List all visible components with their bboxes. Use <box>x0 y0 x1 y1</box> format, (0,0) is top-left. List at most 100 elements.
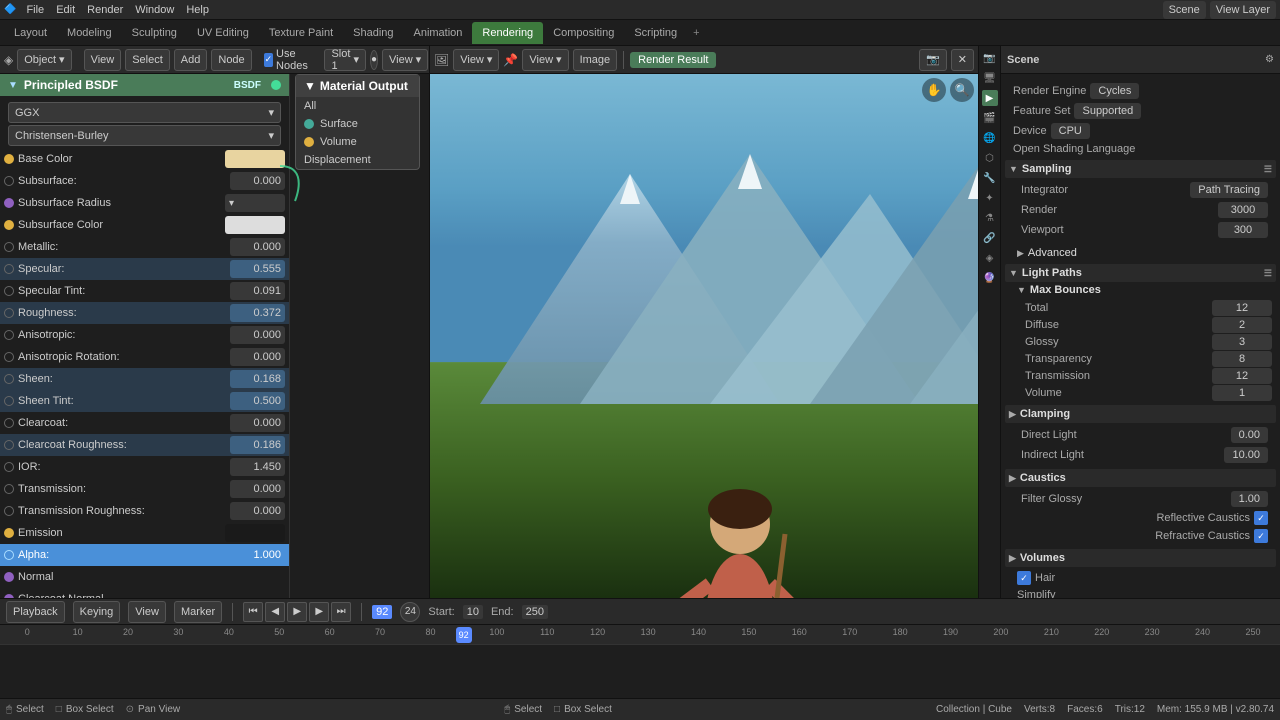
emission-socket[interactable] <box>4 528 14 538</box>
surface-input-socket[interactable] <box>304 119 314 129</box>
specular-tint-value[interactable] <box>230 282 285 300</box>
anisotropic-value[interactable] <box>230 326 285 344</box>
tab-compositing[interactable]: Compositing <box>543 22 624 44</box>
specular-socket[interactable] <box>4 264 14 274</box>
anisotropic-rot-socket[interactable] <box>4 352 14 362</box>
metallic-socket[interactable] <box>4 242 14 252</box>
menu-render[interactable]: Render <box>81 4 129 16</box>
tab-scripting[interactable]: Scripting <box>624 22 687 44</box>
select-menu[interactable]: Select <box>125 49 170 71</box>
specular-value[interactable] <box>230 260 285 278</box>
timeline-view-menu[interactable]: View <box>128 601 166 623</box>
subsurface-radius-socket[interactable] <box>4 198 14 208</box>
start-frame[interactable]: 10 <box>463 605 483 619</box>
tab-uv-editing[interactable]: UV Editing <box>187 22 259 44</box>
menu-help[interactable]: Help <box>180 4 215 16</box>
world-properties-icon[interactable]: 🌐 <box>982 130 998 146</box>
tab-shading[interactable]: Shading <box>343 22 403 44</box>
base-color-swatch[interactable] <box>225 150 285 168</box>
node-collapse-triangle[interactable]: ▼ <box>8 80 18 91</box>
close-render-btn[interactable]: ✕ <box>951 49 974 71</box>
object-properties-icon[interactable]: ⬡ <box>982 150 998 166</box>
output-properties-icon[interactable]: 🖥 <box>982 70 998 86</box>
fps-indicator[interactable]: 24 <box>400 602 420 622</box>
subsurface-radius-dropdown[interactable]: ▾ <box>225 194 285 212</box>
scene-selector[interactable]: Scene <box>1163 1 1206 19</box>
clamping-header[interactable]: ▶ Clamping <box>1005 405 1276 423</box>
transmission-socket[interactable] <box>4 484 14 494</box>
alpha-value[interactable] <box>230 546 285 564</box>
view-dropdown[interactable]: View ▾ <box>453 49 499 71</box>
add-menu[interactable]: Add <box>174 49 208 71</box>
view-nav-hand[interactable]: ✋ <box>922 78 946 102</box>
pin-icon[interactable]: 📌 <box>503 53 518 67</box>
render-result-tab[interactable]: Render Result <box>630 52 716 68</box>
trans-roughness-socket[interactable] <box>4 506 14 516</box>
sheen-value[interactable] <box>230 370 285 388</box>
reflective-caustics-checkbox[interactable]: ✓ <box>1254 511 1268 525</box>
light-paths-options[interactable]: ☰ <box>1264 268 1272 279</box>
anisotropic-rot-value[interactable] <box>230 348 285 366</box>
volumes-header[interactable]: ▶ Volumes <box>1005 549 1276 567</box>
menu-file[interactable]: File <box>20 4 50 16</box>
alpha-socket[interactable] <box>4 550 14 560</box>
trans-roughness-value[interactable] <box>230 502 285 520</box>
render-icon-btn[interactable]: 📷 <box>919 49 947 71</box>
image-menu[interactable]: Image <box>573 49 618 71</box>
roughness-value[interactable] <box>230 304 285 322</box>
node-menu[interactable]: Node <box>211 49 251 71</box>
particle-properties-icon[interactable]: ✦ <box>982 190 998 206</box>
subsurface-socket[interactable] <box>4 176 14 186</box>
tab-texture-paint[interactable]: Texture Paint <box>259 22 343 44</box>
filter-glossy-value[interactable]: 1.00 <box>1231 491 1268 507</box>
specular-tint-socket[interactable] <box>4 286 14 296</box>
transmission-value[interactable] <box>230 480 285 498</box>
tab-layout[interactable]: Layout <box>4 22 57 44</box>
volume-value[interactable]: 1 <box>1212 385 1272 401</box>
clearcoat-normal-socket[interactable] <box>4 594 14 598</box>
subsurface-color-socket[interactable] <box>4 220 14 230</box>
use-nodes-toggle[interactable]: ✓ Use Nodes <box>264 48 313 72</box>
ior-socket[interactable] <box>4 462 14 472</box>
view-layer-selector[interactable]: View Layer <box>1210 1 1276 19</box>
integrator-value[interactable]: Path Tracing <box>1190 182 1268 198</box>
object-dropdown[interactable]: Object ▾ <box>17 49 71 71</box>
keying-menu[interactable]: Keying <box>73 601 121 623</box>
material-properties-icon[interactable]: 🔮 <box>982 270 998 286</box>
feature-set-value[interactable]: Supported <box>1074 103 1141 119</box>
render-samples-value[interactable]: 3000 <box>1218 202 1268 218</box>
tab-rendering[interactable]: Rendering <box>472 22 543 44</box>
modifier-properties-icon[interactable]: 🔧 <box>982 170 998 186</box>
view-menu-2[interactable]: View ▾ <box>382 49 428 71</box>
tab-add[interactable]: + <box>687 25 705 41</box>
render-engine-value[interactable]: Cycles <box>1090 83 1139 99</box>
jump-start-btn[interactable]: ⏮ <box>243 602 263 622</box>
view2-dropdown[interactable]: View ▾ <box>522 49 568 71</box>
viewport-samples-value[interactable]: 300 <box>1218 222 1268 238</box>
device-value[interactable]: CPU <box>1051 123 1090 139</box>
subsurface-value[interactable] <box>230 172 285 190</box>
marker-menu[interactable]: Marker <box>174 601 222 623</box>
tab-animation[interactable]: Animation <box>404 22 473 44</box>
render-properties-icon[interactable]: ▶ <box>982 90 998 106</box>
constraint-properties-icon[interactable]: 🔗 <box>982 230 998 246</box>
bsdf-output-socket[interactable] <box>271 80 281 90</box>
physics-properties-icon[interactable]: ⚗ <box>982 210 998 226</box>
emission-swatch[interactable] <box>225 524 285 542</box>
camera-properties-icon[interactable]: 📷 <box>982 50 998 66</box>
menu-window[interactable]: Window <box>129 4 180 16</box>
sampling-header[interactable]: ▼ Sampling ☰ <box>1005 160 1276 178</box>
volume-input-socket[interactable] <box>304 137 314 147</box>
clearcoat-value[interactable] <box>230 414 285 432</box>
step-fwd-btn[interactable]: ▶ <box>309 602 329 622</box>
tab-sculpting[interactable]: Sculpting <box>122 22 187 44</box>
clearcoat-roughness-value[interactable] <box>230 436 285 454</box>
view-nav-zoom[interactable]: 🔍 <box>950 78 974 102</box>
advanced-header[interactable]: ▶ Advanced <box>1005 244 1276 262</box>
max-bounces-header[interactable]: ▼ Max Bounces <box>1013 282 1276 298</box>
glossy-value[interactable]: 3 <box>1212 334 1272 350</box>
clearcoat-socket[interactable] <box>4 418 14 428</box>
diffuse-value[interactable]: 2 <box>1212 317 1272 333</box>
jump-end-btn[interactable]: ⏭ <box>331 602 351 622</box>
sampling-options-icon[interactable]: ☰ <box>1264 164 1272 175</box>
